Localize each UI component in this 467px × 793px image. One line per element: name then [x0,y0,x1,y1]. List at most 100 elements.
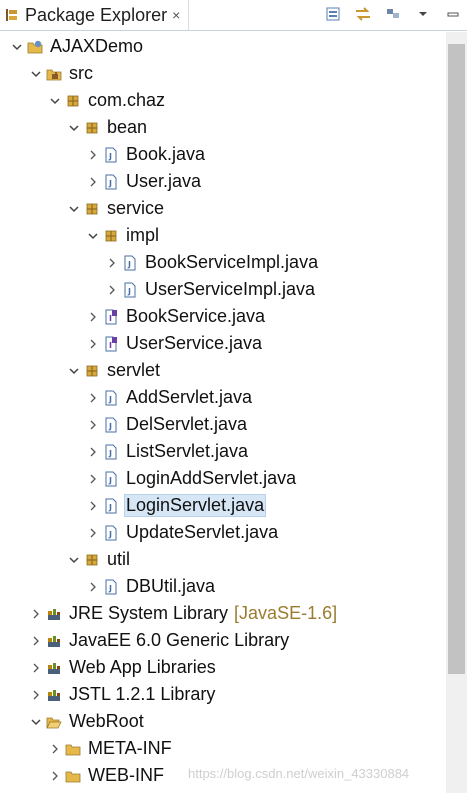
package-tree: AJAXDemo src com.chaz bean J Book.java J User.j… [0,32,444,793]
tree-item[interactable]: I BookService.java [0,304,467,329]
collapsed-arrow-icon[interactable] [105,283,119,297]
svg-text:J: J [108,152,112,161]
expanded-arrow-icon[interactable] [29,67,43,81]
collapsed-arrow-icon[interactable] [86,310,100,324]
tree-item[interactable]: J Book.java [0,142,467,167]
tree-item[interactable]: META-INF [0,736,467,761]
tree-item-label: Book.java [126,144,206,164]
tree-item[interactable]: J DBUtil.java [0,574,467,599]
collapse-all-icon[interactable] [322,3,344,25]
tree-item-label: UpdateServlet.java [126,522,279,542]
expanded-arrow-icon[interactable] [48,94,62,108]
java-interface-icon: I [103,336,119,352]
collapsed-arrow-icon[interactable] [86,337,100,351]
tree-item[interactable]: JRE System Library [JavaSE-1.6] [0,601,467,626]
tree-item-label: AJAXDemo [50,36,144,56]
collapsed-arrow-icon[interactable] [86,472,100,486]
close-icon[interactable]: × [172,7,180,23]
tree-item[interactable]: service [0,196,467,221]
tree-item[interactable]: impl [0,223,467,248]
library-icon [46,633,62,649]
svg-text:I: I [109,314,112,323]
svg-text:J: J [127,260,131,269]
collapsed-arrow-icon[interactable] [86,499,100,513]
expanded-arrow-icon[interactable] [67,364,81,378]
tree-item-label: LoginServlet.java [124,494,267,517]
collapsed-arrow-icon[interactable] [29,661,43,675]
collapsed-arrow-icon[interactable] [86,445,100,459]
expanded-arrow-icon[interactable] [29,715,43,729]
tree-item[interactable]: com.chaz [0,88,467,113]
collapsed-arrow-icon[interactable] [29,607,43,621]
scrollbar-thumb[interactable] [448,44,465,674]
expanded-arrow-icon[interactable] [67,202,81,216]
library-icon [46,660,62,676]
view-menu-icon[interactable] [412,3,434,25]
tree-item-label: src [69,63,93,83]
tree-item-label: ListServlet.java [126,441,249,461]
package-explorer-icon [5,8,19,22]
view-header: Package Explorer × [0,0,467,31]
tree-item[interactable]: bean [0,115,467,140]
collapsed-arrow-icon[interactable] [48,742,62,756]
expanded-arrow-icon[interactable] [10,40,24,54]
package-icon [84,201,100,217]
tree-item[interactable]: J LoginServlet.java [0,493,467,518]
tree-item[interactable]: servlet [0,358,467,383]
view-toolbar [322,3,467,25]
collapsed-arrow-icon[interactable] [86,175,100,189]
tree-item-label: DBUtil.java [126,576,216,596]
collapsed-arrow-icon[interactable] [105,256,119,270]
link-with-editor-icon[interactable] [352,3,374,25]
minimize-icon[interactable] [442,3,464,25]
tree-item-label: WEB-INF [88,765,164,785]
collapsed-arrow-icon[interactable] [86,391,100,405]
watermark: https://blog.csdn.net/weixin_43330884 [188,766,410,781]
collapsed-arrow-icon[interactable] [86,526,100,540]
expanded-arrow-icon[interactable] [86,229,100,243]
tree-item[interactable]: WebRoot [0,709,467,734]
tree-item-label: DelServlet.java [126,414,248,434]
svg-text:J: J [108,476,112,485]
expanded-arrow-icon[interactable] [67,121,81,135]
collapsed-arrow-icon[interactable] [29,688,43,702]
vertical-scrollbar[interactable] [446,32,467,793]
tree-item-label: JavaEE 6.0 Generic Library [69,630,290,650]
tab-package-explorer[interactable]: Package Explorer × [2,0,189,30]
tree-item[interactable]: Web App Libraries [0,655,467,680]
tree-item-label: LoginAddServlet.java [126,468,297,488]
tree-item-label: BookService.java [126,306,266,326]
filter-icon[interactable] [382,3,404,25]
tree-item[interactable]: J BookServiceImpl.java [0,250,467,275]
java-interface-icon: I [103,309,119,325]
package-icon [103,228,119,244]
collapsed-arrow-icon[interactable] [86,148,100,162]
tree-item[interactable]: JSTL 1.2.1 Library [0,682,467,707]
tree-item[interactable]: J DelServlet.java [0,412,467,437]
tree-item-decoration: [JavaSE-1.6] [234,603,338,623]
tree-item[interactable]: JavaEE 6.0 Generic Library [0,628,467,653]
expanded-arrow-icon[interactable] [67,553,81,567]
tree-item[interactable]: J AddServlet.java [0,385,467,410]
tree-item[interactable]: util [0,547,467,572]
tree-item[interactable]: J ListServlet.java [0,439,467,464]
folder-icon [65,768,81,784]
tree-item[interactable]: J UpdateServlet.java [0,520,467,545]
tree-item[interactable]: J UserServiceImpl.java [0,277,467,302]
svg-text:J: J [108,179,112,188]
tree-item[interactable]: src [0,61,467,86]
collapsed-arrow-icon[interactable] [86,580,100,594]
tree-item-label: AddServlet.java [126,387,253,407]
svg-text:J: J [108,503,112,512]
collapsed-arrow-icon[interactable] [48,769,62,783]
java-file-icon: J [103,174,119,190]
tree-item[interactable]: J LoginAddServlet.java [0,466,467,491]
svg-text:J: J [108,449,112,458]
tree-item[interactable]: J User.java [0,169,467,194]
tree-item[interactable]: I UserService.java [0,331,467,356]
tree-item[interactable]: AJAXDemo [0,34,450,59]
collapsed-arrow-icon[interactable] [86,418,100,432]
tree-item-label: BookServiceImpl.java [145,252,319,272]
package-icon [84,363,100,379]
collapsed-arrow-icon[interactable] [29,634,43,648]
